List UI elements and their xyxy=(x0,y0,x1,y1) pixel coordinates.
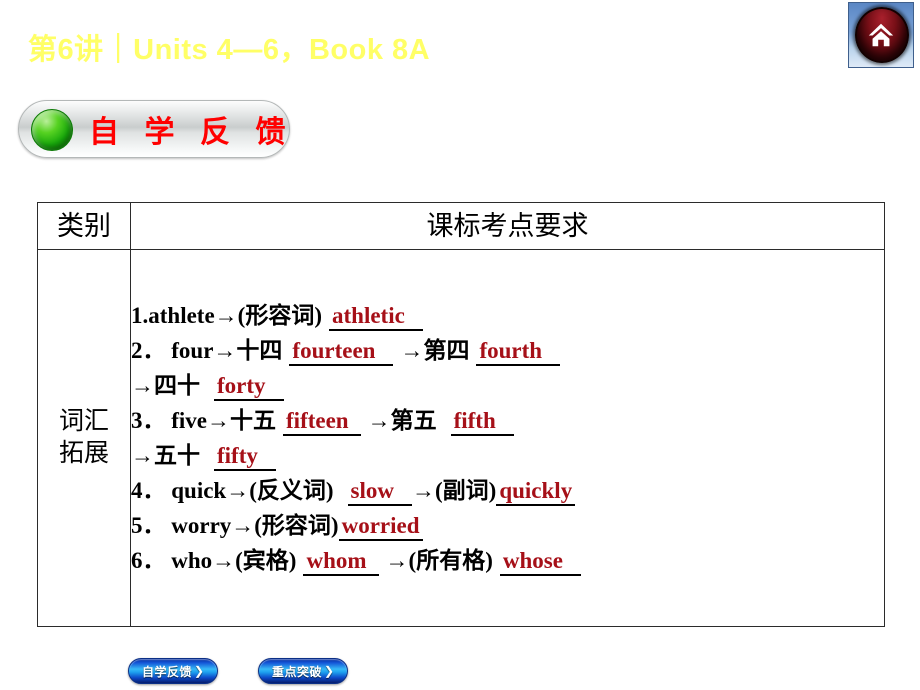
vocab-line-8-answer-b: whose xyxy=(499,548,581,577)
vocab-line-2-prompt: 2． four→十四 xyxy=(131,338,283,363)
vocab-line-7: 5． worry→(形容词) worried xyxy=(131,508,884,543)
page-title: 第6讲｜Units 4—6，Book 8A xyxy=(28,34,431,66)
table-cell-category: 词汇 拓展 xyxy=(37,249,131,627)
vocab-line-4-prompt-b: →第五 xyxy=(367,408,437,433)
vocab-line-3-answer: forty xyxy=(214,373,284,402)
nav-button-self-study-label: 自学反馈 xyxy=(141,664,192,679)
vocab-line-2-answer-b: fourth xyxy=(476,338,561,367)
vocab-line-1-prompt: 1.athlete→(形容词) xyxy=(131,303,322,328)
section-banner-label: 自 学 反 馈 xyxy=(89,116,295,149)
vocab-line-4: 3． five→十五 fifteen →第五 fifth xyxy=(131,403,884,438)
nav-button-key-points[interactable]: 重点突破 ❯ xyxy=(258,658,348,684)
vocabulary-list: 1.athlete→(形容词) athletic 2． four→十四 fourte… xyxy=(131,298,884,578)
table-cell-requirement: 1.athlete→(形容词) athletic 2． four→十四 fourte… xyxy=(130,249,885,627)
table-header-row: 类别 课标考点要求 xyxy=(37,202,885,250)
chevron-right-icon: ❯ xyxy=(323,664,335,678)
vocab-line-8-prompt-b: →(所有格) xyxy=(385,548,493,573)
nav-button-key-points-label: 重点突破 xyxy=(271,664,322,679)
vocab-line-6-prompt: 4． quick→(反义词) xyxy=(131,478,334,503)
vocab-line-5-answer: fifty xyxy=(214,443,276,472)
vocab-line-7-answer: worried xyxy=(338,513,423,542)
vocab-line-4-answer-b: fifth xyxy=(450,408,514,437)
section-banner: 自 学 反 馈 xyxy=(18,100,290,158)
vocab-line-2-answer-a: fourteen xyxy=(289,338,394,367)
vocab-line-5-prompt: →五十 xyxy=(131,443,200,468)
vocab-line-4-answer-a: fifteen xyxy=(283,408,361,437)
vocab-line-1-answer: athletic xyxy=(329,303,423,332)
vocab-line-6-answer-a: slow xyxy=(347,478,412,507)
green-bullet-icon xyxy=(31,109,73,151)
vocab-line-3: →四十 forty xyxy=(131,368,884,403)
nav-button-self-study[interactable]: 自学反馈 ❯ xyxy=(128,658,218,684)
category-label-line-2: 拓展 xyxy=(58,440,109,467)
table-header-category: 类别 xyxy=(37,202,131,250)
vocab-line-5: →五十 fifty xyxy=(131,438,884,473)
vocab-line-8: 6． who→(宾格) whom →(所有格) whose xyxy=(131,543,884,578)
home-icon xyxy=(849,3,913,67)
vocab-line-6-prompt-b: →(副词) xyxy=(412,478,497,503)
vocab-line-2-prompt-b: →第四 xyxy=(400,338,470,363)
vocab-line-4-prompt: 3． five→十五 xyxy=(131,408,277,433)
vocab-line-8-prompt: 6． who→(宾格) xyxy=(131,548,297,573)
table-row: 词汇 拓展 1.athlete→(形容词) athletic 2． four→十四… xyxy=(37,249,885,627)
vocab-line-7-prompt: 5． worry→(形容词) xyxy=(131,513,339,538)
vocab-line-3-prompt: →四十 xyxy=(131,373,200,398)
vocab-line-8-answer-a: whom xyxy=(303,548,379,577)
category-label-line-1: 词汇 xyxy=(58,408,109,435)
vocab-line-6: 4． quick→(反义词) slow →(副词) quickly xyxy=(131,473,884,508)
vocab-line-6-answer-b: quickly xyxy=(496,478,576,507)
table-header-requirement: 课标考点要求 xyxy=(130,202,885,250)
vocab-line-2: 2． four→十四 fourteen →第四 fourth xyxy=(131,333,884,368)
vocabulary-table: 类别 课标考点要求 词汇 拓展 1.athlete→(形容词) athletic … xyxy=(37,202,885,627)
home-button[interactable] xyxy=(848,2,914,68)
chevron-right-icon: ❯ xyxy=(193,664,205,678)
vocab-line-1: 1.athlete→(形容词) athletic xyxy=(131,298,884,333)
